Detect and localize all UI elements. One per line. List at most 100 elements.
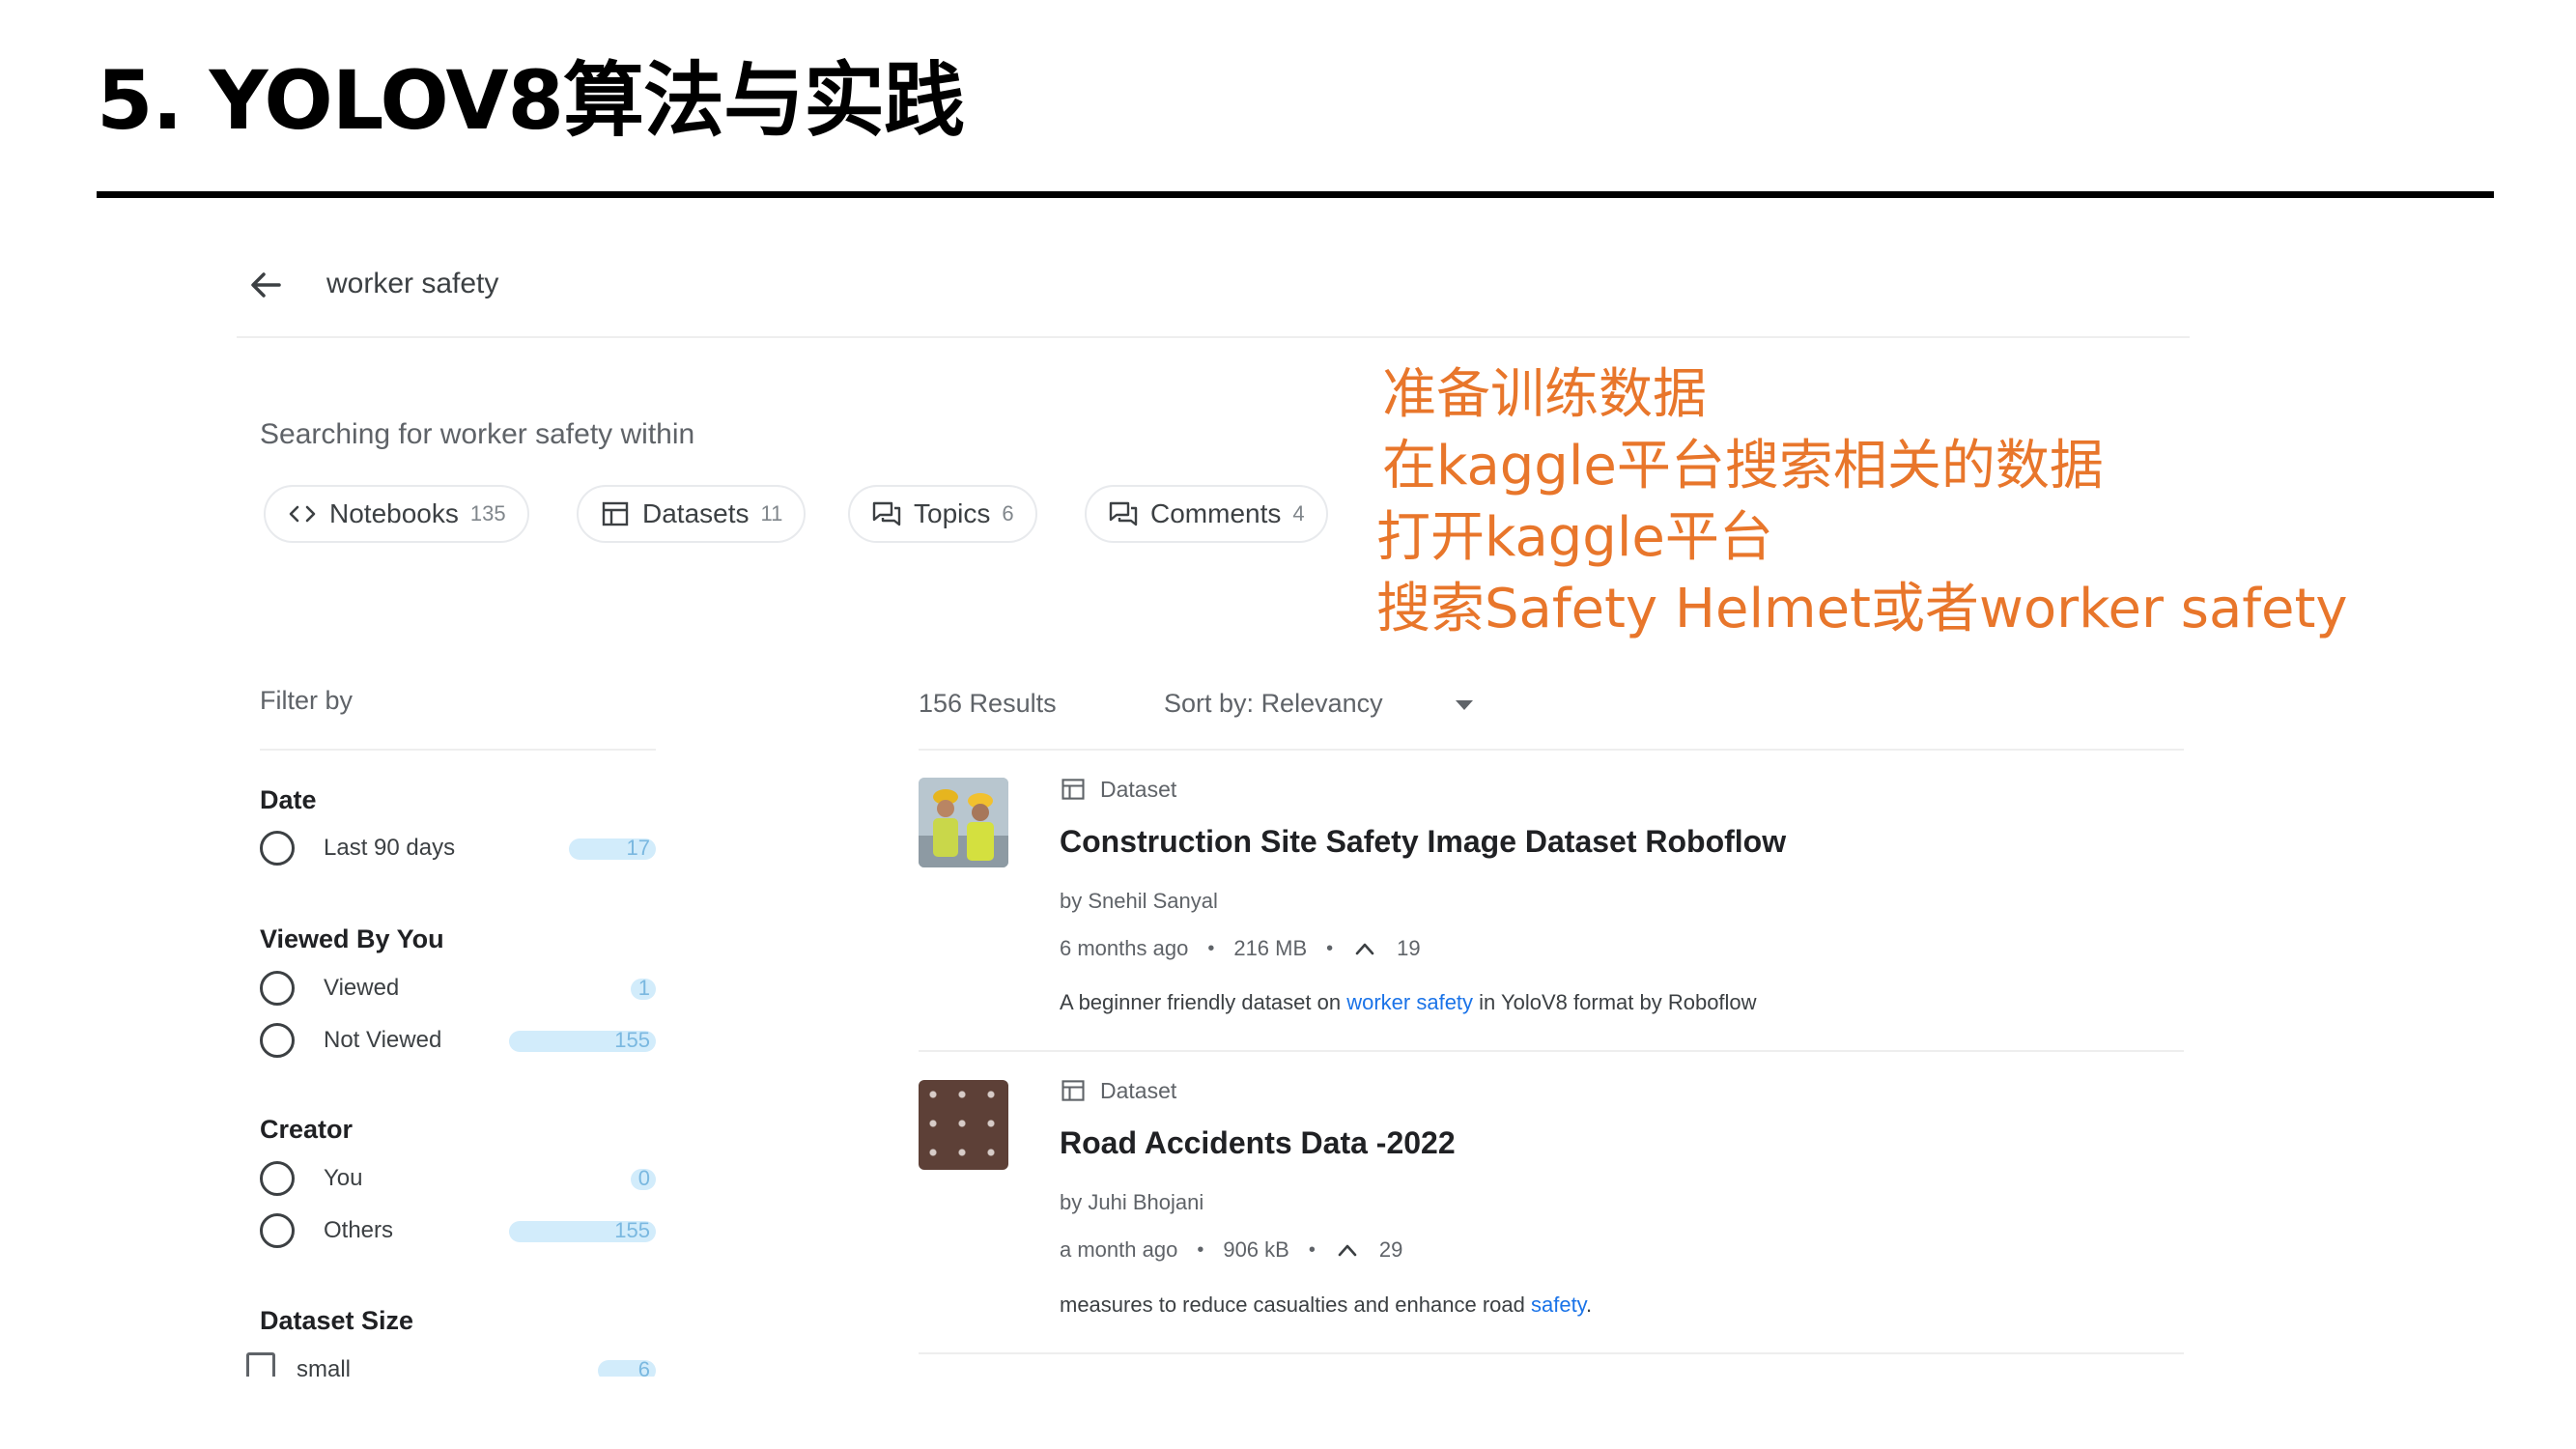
filter-group-creator: Creator xyxy=(260,1115,354,1144)
separator-dot: • xyxy=(1308,1238,1316,1261)
annotation-overlay: 准备训练数据 在kaggle平台搜索相关的数据 打开kaggle平台 搜索Saf… xyxy=(1376,359,2348,645)
results-divider xyxy=(919,1352,2184,1354)
search-input[interactable]: worker safety xyxy=(326,268,498,300)
result-age: 6 months ago xyxy=(1060,936,1189,960)
filter-option-others[interactable]: Others 155 xyxy=(260,1213,656,1252)
result-description: A beginner friendly dataset on worker sa… xyxy=(1060,990,1757,1015)
option-count: 155 xyxy=(614,1218,650,1242)
chip-label: Notebooks xyxy=(329,498,459,528)
radio-button[interactable] xyxy=(260,1023,295,1058)
caret-down-icon[interactable] xyxy=(1456,700,1473,710)
construction-workers-image xyxy=(919,778,1008,867)
discussion-icon xyxy=(872,501,901,526)
chip-topics[interactable]: Topics 6 xyxy=(848,485,1037,543)
chip-count: 11 xyxy=(760,501,783,526)
upvote-icon[interactable] xyxy=(1352,939,1377,958)
annotation-line: 打开kaggle平台 xyxy=(1376,506,1773,569)
radio-button[interactable] xyxy=(260,831,295,866)
result-title-link[interactable]: Road Accidents Data -2022 xyxy=(1060,1125,1456,1161)
result-votes: 29 xyxy=(1378,1237,1403,1262)
result-author[interactable]: by Snehil Sanyal xyxy=(1060,889,1218,914)
results-divider xyxy=(919,1050,2184,1052)
radio-button[interactable] xyxy=(260,1213,295,1248)
option-count: 0 xyxy=(637,1166,650,1190)
annotation-line: 准备训练数据 xyxy=(1382,363,1707,426)
separator-dot: • xyxy=(1197,1238,1204,1261)
result-title-link[interactable]: Construction Site Safety Image Dataset R… xyxy=(1060,824,1786,860)
option-label: You xyxy=(324,1165,363,1191)
filter-group-viewed: Viewed By You xyxy=(260,924,444,953)
table-icon xyxy=(1062,1080,1085,1101)
filter-by-heading: Filter by xyxy=(260,686,354,715)
chip-count: 135 xyxy=(469,501,506,526)
sort-label: Sort by: xyxy=(1164,689,1255,718)
option-label: Last 90 days xyxy=(324,835,456,861)
result-type-label: Dataset xyxy=(1100,776,1177,802)
checkbox[interactable] xyxy=(246,1352,275,1377)
sort-dropdown[interactable]: Sort by: Relevancy xyxy=(1164,689,1383,719)
back-arrow-icon[interactable] xyxy=(246,266,285,304)
result-thumbnail[interactable] xyxy=(919,778,1008,867)
desc-text: A beginner friendly dataset on xyxy=(1060,990,1347,1014)
option-label: Not Viewed xyxy=(324,1027,442,1053)
radio-button[interactable] xyxy=(260,971,295,1006)
result-meta: a month ago • 906 kB • 29 xyxy=(1060,1237,1402,1263)
desc-highlight: worker safety xyxy=(1346,990,1474,1014)
title-divider xyxy=(97,191,2494,198)
radio-button[interactable] xyxy=(260,1161,295,1196)
result-description: measures to reduce casualties and enhanc… xyxy=(1060,1293,1592,1318)
option-count: 6 xyxy=(637,1357,650,1377)
result-type: Dataset xyxy=(1060,1077,1176,1104)
chip-comments[interactable]: Comments 4 xyxy=(1085,485,1328,543)
comment-icon xyxy=(1109,501,1138,526)
chip-label: Comments xyxy=(1150,498,1282,528)
separator-dot: • xyxy=(1326,937,1334,959)
result-size: 216 MB xyxy=(1233,936,1308,960)
filter-group-dataset-size: Dataset Size xyxy=(260,1306,414,1335)
option-count: 17 xyxy=(626,836,650,860)
search-bar-divider xyxy=(237,336,2190,338)
results-divider xyxy=(919,749,2184,751)
filter-option-not-viewed[interactable]: Not Viewed 155 xyxy=(260,1023,656,1062)
result-meta: 6 months ago • 216 MB • 19 xyxy=(1060,936,1421,961)
result-type: Dataset xyxy=(1060,776,1176,803)
option-label: Viewed xyxy=(324,975,400,1001)
slide-title: 5. YOLOV8算法与实践 xyxy=(97,53,965,148)
filter-option-viewed[interactable]: Viewed 1 xyxy=(260,971,656,1009)
result-age: a month ago xyxy=(1060,1237,1178,1262)
chip-datasets[interactable]: Datasets 11 xyxy=(577,485,807,543)
upvote-icon[interactable] xyxy=(1335,1240,1360,1260)
option-count: 155 xyxy=(614,1028,650,1052)
chip-count: 6 xyxy=(1002,501,1014,526)
option-label: Others xyxy=(324,1217,394,1243)
result-type-label: Dataset xyxy=(1100,1077,1177,1103)
code-icon xyxy=(289,505,316,523)
filter-option-you[interactable]: You 0 xyxy=(260,1161,656,1200)
annotation-line: 搜索Safety Helmet或者worker safety xyxy=(1376,578,2348,640)
chip-notebooks[interactable]: Notebooks 135 xyxy=(264,485,529,543)
chip-label: Datasets xyxy=(642,498,750,528)
result-size: 906 kB xyxy=(1223,1237,1289,1262)
sidebar-divider xyxy=(260,749,656,751)
result-thumbnail[interactable] xyxy=(919,1080,1008,1170)
chip-count: 4 xyxy=(1292,501,1305,526)
annotation-line: 在kaggle平台搜索相关的数据 xyxy=(1382,435,2104,497)
filter-group-date: Date xyxy=(260,785,317,814)
results-count: 156 Results xyxy=(919,689,1057,718)
searching-within-label: Searching for worker safety within xyxy=(260,418,695,450)
desc-text: in YoloV8 format by Roboflow xyxy=(1473,990,1757,1014)
desc-text: . xyxy=(1586,1293,1593,1317)
separator-dot: • xyxy=(1207,937,1215,959)
option-label: small xyxy=(297,1356,352,1377)
chip-label: Topics xyxy=(914,498,991,528)
sort-value: Relevancy xyxy=(1260,689,1383,718)
option-count: 1 xyxy=(637,976,650,1000)
table-icon xyxy=(602,501,629,526)
result-votes: 19 xyxy=(1397,936,1421,960)
table-icon xyxy=(1062,779,1085,800)
filter-option-last-90-days[interactable]: Last 90 days 17 xyxy=(260,831,656,869)
filter-option-small[interactable]: small 6 xyxy=(246,1352,656,1377)
desc-text: measures to reduce casualties and enhanc… xyxy=(1060,1293,1531,1317)
result-author[interactable]: by Juhi Bhojani xyxy=(1060,1190,1203,1215)
desc-highlight: safety xyxy=(1530,1293,1587,1317)
